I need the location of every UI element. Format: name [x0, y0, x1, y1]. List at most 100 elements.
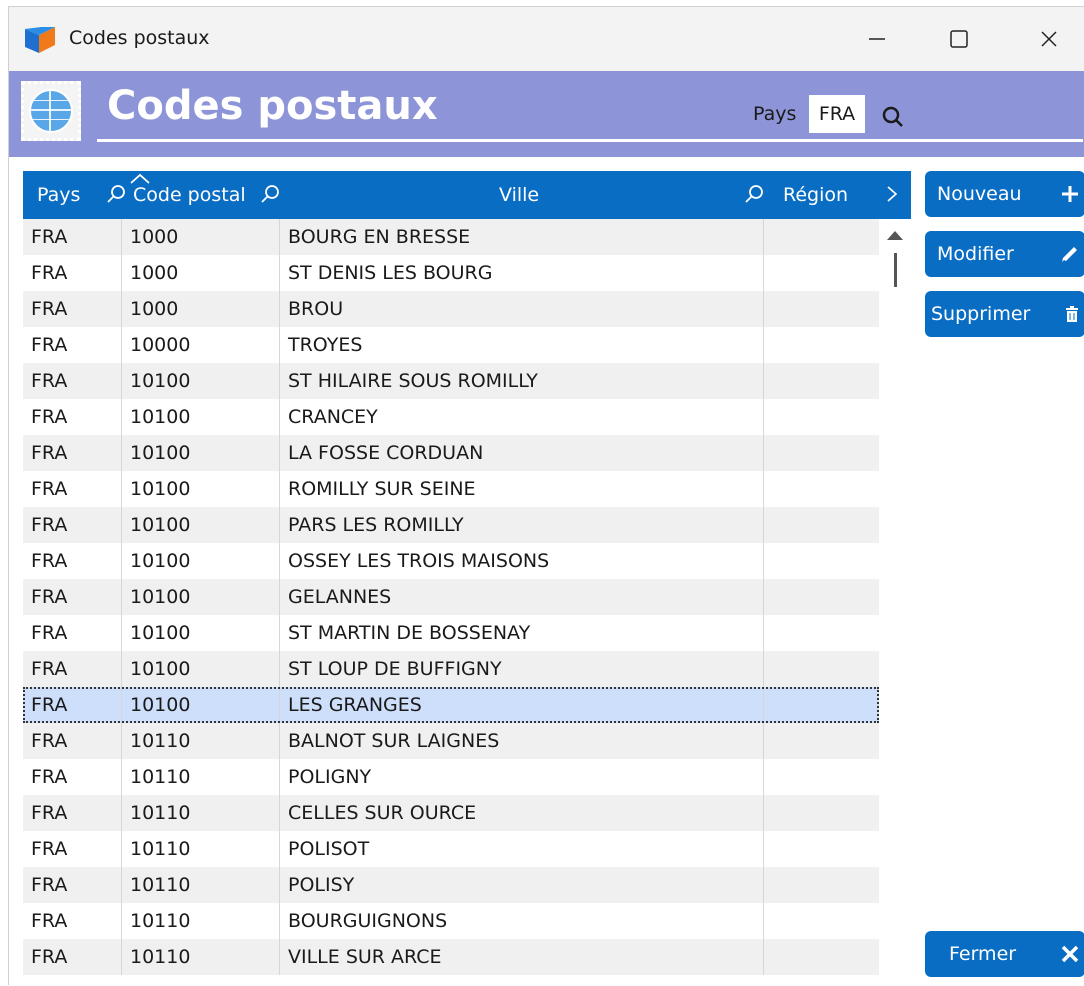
- cell-code-postal: 10100: [122, 435, 280, 471]
- table-row[interactable]: FRA 10100 ST HILAIRE SOUS ROMILLY: [23, 363, 879, 399]
- cell-pays: FRA: [23, 363, 122, 399]
- postal-codes-table: Pays Code postal Ville Région FRA 1000 BOU…: [23, 171, 911, 979]
- table-row[interactable]: FRA 1000 BROU: [23, 291, 879, 327]
- table-row[interactable]: FRA 10110 BOURGUIGNONS: [23, 903, 879, 939]
- pays-filter-input[interactable]: [809, 95, 865, 133]
- close-icon: [1041, 31, 1057, 47]
- cell-region: [764, 903, 879, 939]
- cell-code-postal: 10110: [122, 831, 280, 867]
- column-header-code-postal[interactable]: Code postal: [133, 171, 246, 219]
- table-row[interactable]: FRA 10000 TROYES: [23, 327, 879, 363]
- table-row[interactable]: FRA 10100 LES GRANGES: [23, 687, 879, 723]
- cell-pays: FRA: [23, 255, 122, 291]
- cell-ville: BROU: [280, 291, 764, 327]
- cell-code-postal: 10100: [122, 579, 280, 615]
- globe-stamp-icon: [21, 81, 81, 141]
- scroll-thumb[interactable]: [894, 253, 897, 287]
- cell-region: [764, 255, 879, 291]
- table-row[interactable]: FRA 10100 CRANCEY: [23, 399, 879, 435]
- cell-ville: OSSEY LES TROIS MAISONS: [280, 543, 764, 579]
- nouveau-button[interactable]: Nouveau: [925, 171, 1084, 217]
- cell-region: [764, 615, 879, 651]
- search-icon[interactable]: [743, 183, 765, 205]
- cell-region: [764, 543, 879, 579]
- cell-region: [764, 795, 879, 831]
- cell-pays: FRA: [23, 615, 122, 651]
- cell-region: [764, 867, 879, 903]
- table-row[interactable]: FRA 10110 VILLE SUR ARCE: [23, 939, 879, 975]
- table-row[interactable]: FRA 10100 GELANNES: [23, 579, 879, 615]
- column-header-label: Région: [783, 184, 849, 206]
- minimize-button[interactable]: [857, 21, 897, 57]
- fermer-button[interactable]: Fermer: [925, 931, 1084, 977]
- cell-code-postal: 10110: [122, 939, 280, 975]
- column-header-label: Code postal: [133, 184, 246, 206]
- cell-code-postal: 10100: [122, 687, 280, 723]
- cell-region: [764, 831, 879, 867]
- cell-ville: ST MARTIN DE BOSSENAY: [280, 615, 764, 651]
- cell-pays: FRA: [23, 399, 122, 435]
- search-icon[interactable]: [881, 105, 907, 131]
- cell-region: [764, 363, 879, 399]
- close-window-button[interactable]: [1029, 21, 1069, 57]
- table-row[interactable]: FRA 10100 PARS LES ROMILLY: [23, 507, 879, 543]
- table-row[interactable]: FRA 10110 POLISOT: [23, 831, 879, 867]
- table-row[interactable]: FRA 10110 POLISY: [23, 867, 879, 903]
- vertical-scrollbar[interactable]: [881, 221, 911, 977]
- cell-code-postal: 10110: [122, 759, 280, 795]
- table-row[interactable]: FRA 10110 POLIGNY: [23, 759, 879, 795]
- fermer-button-label: Fermer: [949, 943, 1017, 965]
- scroll-up-arrow-icon[interactable]: [887, 231, 903, 240]
- table-row[interactable]: FRA 10100 ROMILLY SUR SEINE: [23, 471, 879, 507]
- modifier-button[interactable]: Modifier: [925, 231, 1084, 277]
- table-row[interactable]: FRA 10110 BALNOT SUR LAIGNES: [23, 723, 879, 759]
- search-icon[interactable]: [105, 183, 127, 205]
- cell-region: [764, 651, 879, 687]
- cell-pays: FRA: [23, 579, 122, 615]
- cell-pays: FRA: [23, 327, 122, 363]
- cell-pays: FRA: [23, 903, 122, 939]
- cell-ville: BALNOT SUR LAIGNES: [280, 723, 764, 759]
- cell-region: [764, 219, 879, 255]
- cell-pays: FRA: [23, 435, 122, 471]
- table-row[interactable]: FRA 10100 LA FOSSE CORDUAN: [23, 435, 879, 471]
- cell-code-postal: 10100: [122, 543, 280, 579]
- table-row[interactable]: FRA 10100 ST LOUP DE BUFFIGNY: [23, 651, 879, 687]
- cell-pays: FRA: [23, 867, 122, 903]
- column-header-pays[interactable]: Pays: [37, 171, 80, 219]
- cell-ville: TROYES: [280, 327, 764, 363]
- cell-ville: ST HILAIRE SOUS ROMILLY: [280, 363, 764, 399]
- cell-pays: FRA: [23, 507, 122, 543]
- cell-ville: VILLE SUR ARCE: [280, 939, 764, 975]
- table-row[interactable]: FRA 10100 ST MARTIN DE BOSSENAY: [23, 615, 879, 651]
- table-row[interactable]: FRA 10110 CELLES SUR OURCE: [23, 795, 879, 831]
- cell-region: [764, 327, 879, 363]
- cell-region: [764, 723, 879, 759]
- close-x-icon: [1055, 944, 1084, 964]
- column-header-region[interactable]: Région: [783, 171, 848, 219]
- cell-region: [764, 435, 879, 471]
- cell-code-postal: 1000: [122, 291, 280, 327]
- cell-ville: POLISOT: [280, 831, 764, 867]
- column-header-ville[interactable]: Ville: [499, 171, 539, 219]
- chevron-right-icon[interactable]: [881, 183, 903, 205]
- cell-code-postal: 10100: [122, 399, 280, 435]
- header-band: Codes postaux Pays: [9, 71, 1084, 157]
- cell-pays: FRA: [23, 831, 122, 867]
- table-row[interactable]: FRA 10100 OSSEY LES TROIS MAISONS: [23, 543, 879, 579]
- page-title: Codes postaux: [107, 83, 438, 129]
- cell-code-postal: 1000: [122, 255, 280, 291]
- table-row[interactable]: FRA 1000 BOURG EN BRESSE: [23, 219, 879, 255]
- supprimer-button[interactable]: Supprimer: [925, 291, 1084, 337]
- cell-ville: LA FOSSE CORDUAN: [280, 435, 764, 471]
- search-icon[interactable]: [259, 183, 281, 205]
- cell-code-postal: 1000: [122, 219, 280, 255]
- pays-filter-label: Pays: [753, 103, 797, 125]
- cell-region: [764, 471, 879, 507]
- cell-code-postal: 10110: [122, 795, 280, 831]
- maximize-icon: [950, 30, 968, 48]
- maximize-button[interactable]: [939, 21, 979, 57]
- table-row[interactable]: FRA 1000 ST DENIS LES BOURG: [23, 255, 879, 291]
- minimize-icon: [869, 38, 885, 40]
- cell-pays: FRA: [23, 795, 122, 831]
